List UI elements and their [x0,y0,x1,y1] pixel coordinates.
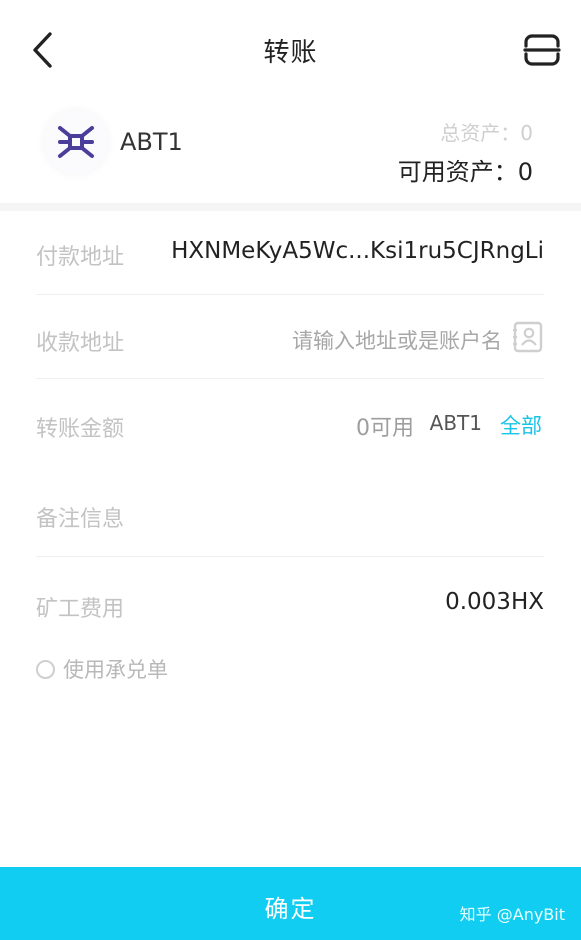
amount-label: 转账金额 [36,417,125,442]
total-assets: 总资产：0 [440,121,533,145]
payee-address-row: 收款地址 请输入地址或是账户名 [36,295,544,379]
amount-row: 转账金额 0可用 ABT1 全部 [36,379,544,469]
coin-logo [44,110,108,174]
amount-coin-label: ABT1 [429,411,482,435]
radio-unchecked-icon [36,659,55,679]
top-bar: 转账 [0,0,581,100]
payer-address-row: 付款地址 HXNMeKyA5Wc...Ksi1ru5CJRngLi [36,211,544,295]
section-divider [0,203,581,211]
payer-address-label: 付款地址 [36,245,125,270]
acceptance-toggle[interactable]: 使用承兑单 [36,655,168,683]
memo-label: 备注信息 [36,507,125,532]
payee-address-input[interactable]: 请输入地址或是账户名 [292,325,502,355]
memo-row[interactable]: 备注信息 [36,469,544,557]
miner-fee-label: 矿工费用 [36,597,125,622]
coin-name: ABT1 [120,128,183,156]
available-assets: 可用资产：0 [397,158,533,186]
scan-icon [523,34,561,66]
scan-button[interactable] [522,30,562,70]
payee-address-label: 收款地址 [36,331,125,356]
hx-logo-icon [58,126,94,158]
miner-fee-value: 0.003HX [445,589,544,615]
payer-address-value: HXNMeKyA5Wc...Ksi1ru5CJRngLi [171,238,544,264]
use-all-button[interactable]: 全部 [500,410,542,440]
amount-input[interactable]: 0可用 [356,410,414,442]
watermark: 知乎 @AnyBit [459,905,565,924]
contact-book-button[interactable] [512,321,544,353]
asset-summary: ABT1 总资产：0 可用资产：0 [0,100,581,203]
miner-fee-row: 矿工费用 0.003HX [36,557,544,641]
page-title: 转账 [263,38,318,68]
acceptance-label: 使用承兑单 [63,658,168,682]
contact-card-icon [513,321,543,353]
